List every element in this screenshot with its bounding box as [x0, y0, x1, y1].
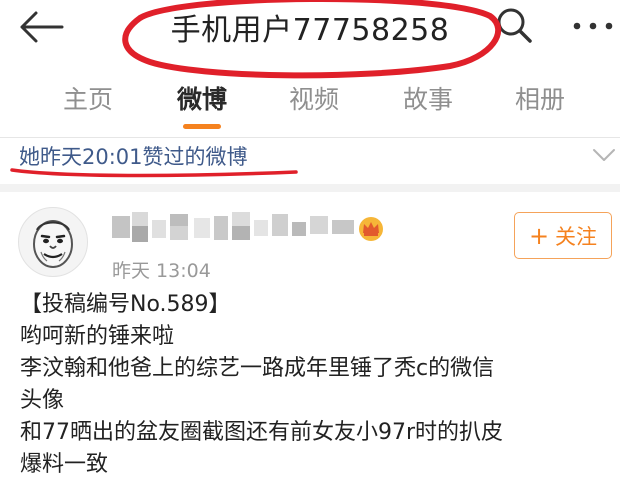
- section-gap: [0, 184, 620, 192]
- crown-badge-icon: [359, 217, 383, 241]
- search-icon: [497, 8, 532, 43]
- top-bar: 手机用户77758258: [0, 0, 620, 58]
- search-button[interactable]: [494, 6, 534, 46]
- avatar[interactable]: [18, 207, 88, 277]
- follow-label: 关注: [555, 224, 598, 249]
- post-content[interactable]: 【投稿编号No.589】 哟呵新的锤来啦 李汶翰和他爸上的综艺一路成年里锤了秃c…: [20, 289, 620, 481]
- more-dots-icon: [573, 22, 613, 30]
- post-line: 李汶翰和他爸上的综艺一路成年里锤了秃c的微信: [20, 356, 495, 381]
- tab-album[interactable]: 相册: [515, 80, 565, 116]
- follow-button[interactable]: + 关注: [514, 212, 612, 259]
- tab-home[interactable]: 主页: [63, 80, 113, 116]
- username-redacted[interactable]: [112, 210, 356, 244]
- tab-weibo[interactable]: 微博: [177, 80, 227, 116]
- active-tab-indicator: [183, 124, 221, 129]
- post-line: 爆料一致: [20, 452, 109, 477]
- post-timestamp: 昨天 13:04: [112, 260, 211, 282]
- post-line: 【投稿编号No.589】: [20, 292, 231, 317]
- chevron-down-icon[interactable]: [592, 146, 616, 164]
- liked-by-banner[interactable]: 她昨天20:01赞过的微博: [0, 138, 620, 182]
- profile-tabs: 主页 微博 视频 故事 相册: [0, 60, 620, 136]
- tab-story[interactable]: 故事: [403, 80, 453, 116]
- meme-face-icon: [33, 220, 73, 268]
- more-button[interactable]: [570, 8, 616, 44]
- tab-video[interactable]: 视频: [289, 80, 339, 116]
- liked-by-text: 她昨天20:01赞过的微博: [19, 145, 248, 169]
- post-line: 头像: [20, 388, 65, 413]
- post-line: 和77晒出的盆友圈截图还有前女友小97r时的扒皮: [20, 420, 504, 445]
- post-line: 哟呵新的锤来啦: [20, 324, 175, 349]
- plus-icon: +: [528, 221, 550, 250]
